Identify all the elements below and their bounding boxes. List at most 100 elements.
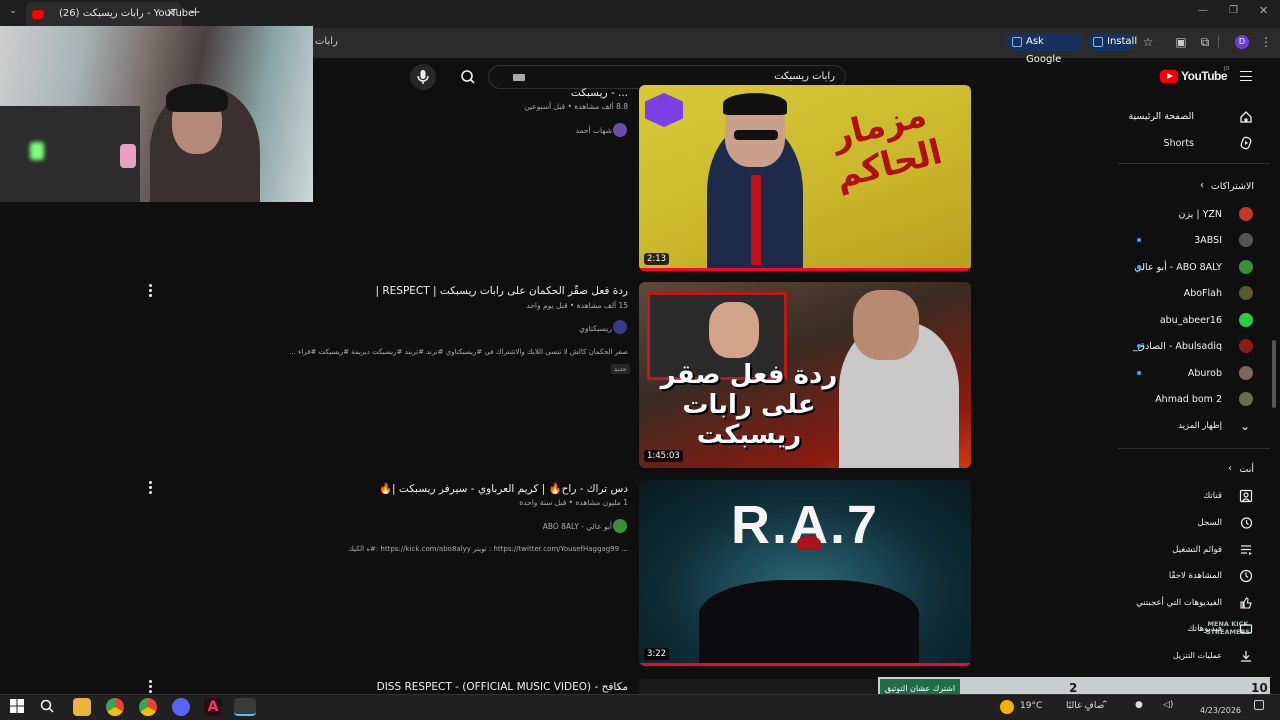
video-meta: 8.8 ألف مشاهدة • قبل أسبوعين (524, 102, 628, 111)
channel-name[interactable]: ABO 8ALY - أبو عالي (543, 522, 612, 531)
sidebar-item-subscription[interactable]: ABO 8ALY - أبو عالي (1134, 262, 1222, 273)
sidebar-item-liked-videos[interactable]: الفيديوهات التي أعجبتني (1136, 598, 1222, 608)
tray-chevron-icon[interactable]: ⌃ (1101, 700, 1109, 710)
more-actions-icon[interactable] (149, 284, 153, 299)
install-button[interactable]: Install (1087, 33, 1137, 51)
chevron-down-icon: ⌄ (1240, 419, 1251, 433)
sidebar-item-subscription[interactable]: abu_abeer16 (1160, 315, 1222, 326)
video-title[interactable]: دس تراك - راح🔥 | كريم العرباوي - سيرفر ر… (379, 482, 628, 495)
channel-avatar[interactable] (613, 320, 627, 334)
obs-icon[interactable] (234, 698, 256, 716)
search-button[interactable] (449, 64, 487, 90)
weather-description[interactable]: صافٍ غالبًا (1066, 701, 1104, 711)
sidebar-item-subscription[interactable]: AboFlah (1184, 288, 1222, 299)
weather-sun-icon (1000, 700, 1014, 714)
sidebar-item-your-channel[interactable]: قناتك (1203, 491, 1222, 501)
restore-icon[interactable]: ❐ (1229, 5, 1238, 16)
bookmark-star-icon[interactable]: ☆ (1141, 35, 1155, 49)
file-explorer-icon[interactable] (73, 698, 91, 716)
thumb-figures (699, 580, 919, 666)
youtube-favicon-icon (32, 10, 44, 19)
youtube-logo[interactable]: YouTube JO (1160, 66, 1229, 86)
hamburger-menu-icon[interactable] (1240, 71, 1252, 81)
sidebar-item-playlists[interactable]: قوائم التشغيل (1172, 545, 1222, 555)
video-thumbnail[interactable]: R.A.7 3:22 (639, 480, 971, 666)
account-box-icon (1239, 489, 1253, 503)
ask-google-button[interactable]: Ask Google (1006, 33, 1082, 65)
tab-list-icon[interactable]: ⌄ (6, 6, 20, 20)
minimize-icon[interactable]: — (1198, 5, 1208, 16)
channel-name[interactable]: ريسبكتاوي (579, 324, 612, 333)
youtube-country-code: JO (1224, 66, 1230, 72)
window-close-icon[interactable]: ✕ (1259, 4, 1268, 17)
video-title[interactable]: ردة فعل صقّر الحكمان على رابات ريسبكت | … (375, 285, 628, 297)
thumb-sunglasses (734, 130, 778, 140)
sidebar-item-subscription[interactable]: 3ABSI (1194, 235, 1222, 246)
show-more-button[interactable]: إظهار المزيد (1178, 421, 1222, 431)
notification-icon[interactable] (1254, 700, 1264, 710)
sidebar-scrollbar[interactable] (1272, 340, 1276, 408)
sidebar-item-watch-later[interactable]: المشاهدة لاحقًا (1169, 571, 1222, 581)
puzzle-icon[interactable]: ⧉ (1198, 35, 1212, 49)
video-title[interactable]: مكافح - DISS RESPECT - (OFFICIAL MUSIC V… (377, 681, 628, 693)
browser-tab[interactable]: (26) رابات ريسبكت - YouTube ✕ (26, 2, 194, 28)
streamers-watermark: MENA KICK STREAMERS (1205, 620, 1251, 636)
app-a-icon[interactable]: A (204, 698, 222, 716)
new-badge: جديد (611, 364, 630, 374)
more-menu-icon[interactable]: ⋮ (1259, 35, 1273, 49)
more-actions-icon[interactable] (149, 680, 153, 695)
taskbar-date[interactable]: 4/23/2026 (1200, 706, 1241, 715)
discord-icon[interactable] (172, 698, 190, 716)
thumb-text: ردة فعل صقر على رابات ريسبكت (660, 360, 838, 450)
sidebar-you-header[interactable]: أنت (1239, 464, 1254, 475)
sidebar-item-subscription[interactable]: Abulsadiq - الصادق_ (1133, 341, 1222, 352)
weather-temperature[interactable]: 19°C (1020, 701, 1042, 711)
keyboard-icon[interactable] (513, 74, 525, 81)
lens-icon (1012, 37, 1022, 47)
search-query: رابات ريسبكت (774, 71, 835, 82)
new-content-dot (1137, 265, 1141, 269)
chrome-icon[interactable] (106, 698, 124, 716)
profile-avatar[interactable]: D (1235, 35, 1249, 49)
sidebar-item-subscription[interactable]: YZN | يزن (1178, 209, 1222, 220)
new-tab-icon[interactable]: + (190, 5, 201, 20)
history-icon (1240, 517, 1253, 529)
chrome-icon[interactable] (139, 698, 157, 716)
chevron-left-icon: › (1200, 180, 1204, 191)
mic-tray-icon[interactable]: ● (1135, 700, 1143, 710)
sidebar-item-home[interactable]: الصفحة الرئيسية (1128, 111, 1194, 122)
close-tab-icon[interactable]: ✕ (166, 6, 176, 20)
video-description: صقر الحكمان كالش لا تنسى اللايك والاشترا… (289, 348, 628, 356)
video-thumbnail[interactable]: ردة فعل صقر على رابات ريسبكت 1:45:03 (639, 282, 971, 468)
extension-icon[interactable]: ▣ (1174, 35, 1188, 49)
toolbar-divider (1218, 35, 1219, 49)
youtube-play-icon (1160, 70, 1178, 83)
channel-avatar[interactable] (613, 519, 627, 533)
sidebar-item-subscription[interactable]: Ahmad bom 2 (1155, 394, 1222, 405)
windows-start-icon[interactable] (10, 699, 24, 713)
ask-google-label: Ask Google (1026, 36, 1062, 65)
video-title[interactable]: ... - ريسبكت (571, 87, 628, 99)
url-text[interactable]: رابات (315, 36, 338, 47)
thumb-text: مزمار الحاكم (827, 94, 947, 197)
voice-search-button[interactable] (410, 64, 436, 90)
webcam-led (30, 142, 44, 160)
sidebar-subscriptions-header[interactable]: الاشتراكات (1211, 181, 1254, 192)
install-icon (1093, 37, 1103, 47)
sidebar-item-history[interactable]: السجل (1198, 518, 1222, 528)
sidebar-item-shorts[interactable]: Shorts (1164, 138, 1194, 149)
taskbar-search-icon[interactable] (40, 699, 54, 713)
thumbs-up-icon (1240, 597, 1252, 609)
volume-icon[interactable]: ◁) (1163, 700, 1173, 710)
sidebar-item-subscription[interactable]: Aburob (1188, 368, 1222, 379)
playlist-icon (1241, 545, 1252, 555)
video-thumbnail[interactable]: مزمار الحاكم 2:13 (639, 85, 971, 271)
video-description: ... https://twitter.com/YousefHaggag99 :… (348, 545, 628, 553)
channel-avatar[interactable] (613, 123, 627, 137)
more-actions-icon[interactable] (149, 481, 153, 496)
channel-name[interactable]: شهاب أحمد (576, 126, 612, 135)
channel-avatar (1239, 286, 1253, 300)
thumb-tie (751, 175, 761, 265)
channel-avatar (1239, 233, 1253, 247)
new-content-dot (1137, 371, 1141, 375)
